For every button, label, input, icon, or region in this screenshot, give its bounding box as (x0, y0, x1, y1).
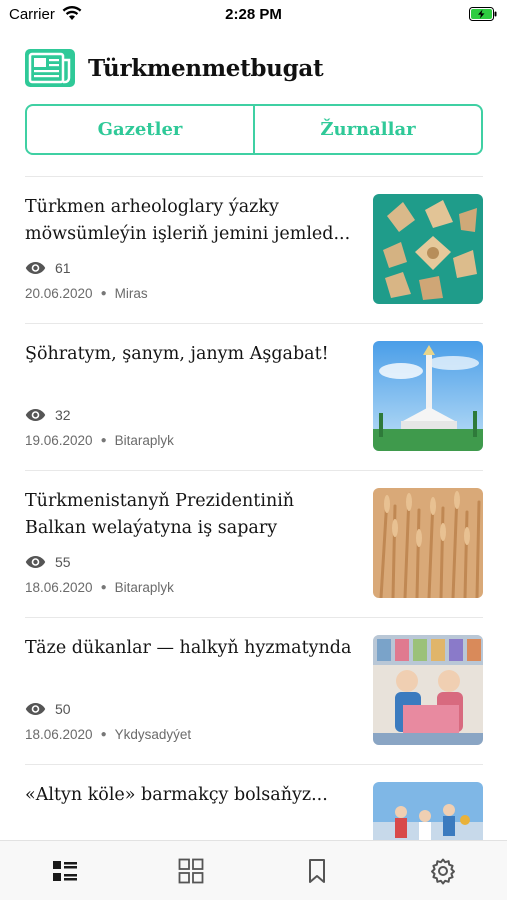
views-row: 61 (25, 260, 71, 276)
grid-icon[interactable] (177, 857, 205, 885)
eye-icon (25, 262, 46, 274)
separator-dot: ● (100, 729, 107, 740)
article-item[interactable]: Täze dükanlar — halkyň hyzmatynda 50 18.… (25, 617, 483, 764)
article-item[interactable]: Türkmen arheologlary ýazky möwsümleýin i… (25, 176, 483, 323)
status-bar: Carrier 2:28 PM (0, 0, 507, 30)
separator-dot: ● (100, 288, 107, 299)
views-count: 32 (55, 407, 71, 423)
views-row: 50 (25, 701, 71, 717)
article-thumbnail (373, 635, 483, 745)
views-count: 55 (55, 554, 71, 570)
article-category: Ykdysadyýet (114, 727, 192, 742)
views-count: 61 (55, 260, 71, 276)
segment-gazetler[interactable]: Gazetler (27, 106, 253, 153)
article-title: Türkmenistanyň Prezidentiniň Balkan wela… (25, 491, 295, 538)
eye-icon (25, 409, 46, 421)
tab-bar (0, 840, 507, 900)
article-title: Şöhratym, şanym, janym Aşgabat! (25, 344, 329, 364)
eye-icon (25, 556, 46, 568)
article-category: Bitaraplyk (114, 433, 174, 448)
article-title: Täze dükanlar — halkyň hyzmatynda (25, 638, 352, 658)
views-row: 32 (25, 407, 71, 423)
article-meta: 19.06.2020 ● Bitaraplyk (25, 433, 174, 448)
article-thumbnail (373, 341, 483, 451)
article-meta: 20.06.2020 ● Miras (25, 286, 148, 301)
article-date: 19.06.2020 (25, 433, 93, 448)
settings-icon[interactable] (429, 857, 457, 885)
views-row: 55 (25, 554, 71, 570)
app-header: Türkmenmetbugat (24, 48, 484, 92)
article-date: 18.06.2020 (25, 727, 93, 742)
views-count: 50 (55, 701, 71, 717)
article-date: 18.06.2020 (25, 580, 93, 595)
status-time: 2:28 PM (225, 6, 282, 23)
article-item[interactable]: Şöhratym, şanym, janym Aşgabat! 32 19.06… (25, 323, 483, 470)
app-title: Türkmenmetbugat (88, 55, 324, 82)
article-category: Miras (114, 286, 148, 301)
article-title: «Altyn köle» barmakçy bolsaňyz... (25, 785, 328, 805)
article-title: Türkmen arheologlary ýazky möwsümleýin i… (25, 197, 351, 244)
newspaper-icon (25, 49, 75, 87)
list-icon[interactable] (51, 857, 79, 885)
eye-icon (25, 703, 46, 715)
article-meta: 18.06.2020 ● Bitaraplyk (25, 580, 174, 595)
segmented-control: Gazetler Žurnallar (25, 104, 483, 155)
article-thumbnail (373, 488, 483, 598)
article-list: Türkmen arheologlary ýazky möwsümleýin i… (25, 176, 483, 900)
article-thumbnail (373, 194, 483, 304)
article-category: Bitaraplyk (114, 580, 174, 595)
separator-dot: ● (100, 582, 107, 593)
article-date: 20.06.2020 (25, 286, 93, 301)
segment-zurnallar[interactable]: Žurnallar (253, 106, 481, 153)
article-item[interactable]: Türkmenistanyň Prezidentiniň Balkan wela… (25, 470, 483, 617)
bookmark-icon[interactable] (303, 857, 331, 885)
article-meta: 18.06.2020 ● Ykdysadyýet (25, 727, 191, 742)
battery-charging-icon (469, 7, 497, 21)
separator-dot: ● (100, 435, 107, 446)
